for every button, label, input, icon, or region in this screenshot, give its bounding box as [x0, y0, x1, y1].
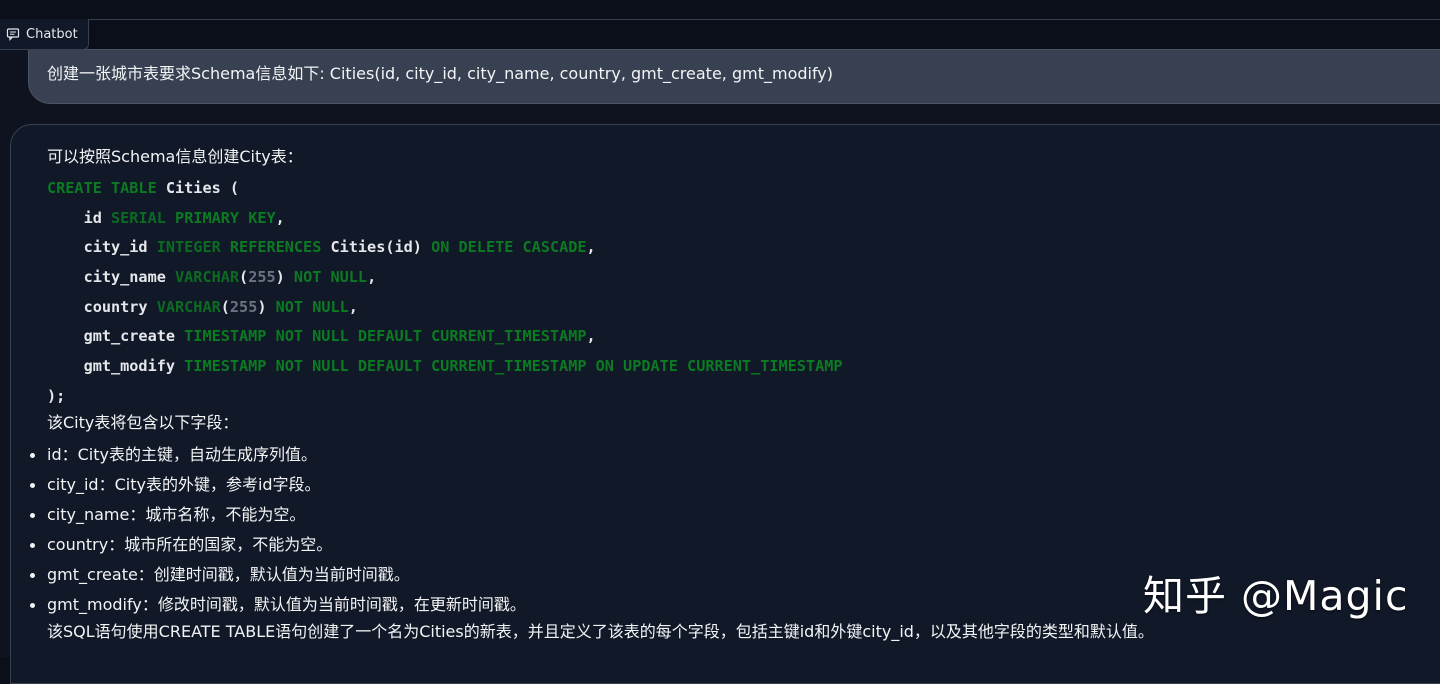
- sql-text: );: [47, 386, 66, 405]
- sql-keyword: CREATE TABLE: [47, 179, 157, 197]
- code-line: gmt_modify TIMESTAMP NOT NULL DEFAULT CU…: [47, 352, 843, 382]
- code-line: country VARCHAR(255) NOT NULL,: [47, 293, 843, 323]
- sql-type: INTEGER: [156, 238, 221, 257]
- code-line: city_id INTEGER REFERENCES Cities(id) ON…: [47, 233, 843, 263]
- sql-text: ,: [367, 268, 377, 287]
- sql-type: VARCHAR: [175, 268, 240, 287]
- sql-text: gmt_create: [47, 327, 185, 346]
- sql-type: SERIAL: [111, 208, 166, 227]
- field-description: gmt_modify：修改时间戳，默认值为当前时间戳，在更新时间戳。: [47, 595, 526, 614]
- sql-text: id: [47, 208, 112, 227]
- watermark: 知乎 @Magic: [1143, 572, 1409, 620]
- bot-conclusion: 该SQL语句使用CREATE TABLE语句创建了一个名为Cities的新表，并…: [47, 622, 1154, 641]
- sql-number: 255: [229, 297, 258, 316]
- sql-number: 255: [248, 268, 276, 287]
- sql-text: Cities(id): [321, 238, 432, 257]
- field-description: city_name：城市名称，不能为空。: [47, 505, 306, 524]
- field-list-item: country：城市所在的国家，不能为空。: [30, 530, 526, 560]
- bullet-dot-icon: [30, 452, 35, 458]
- field-list-item: id：City表的主键，自动生成序列值。: [30, 440, 526, 470]
- bullet-dot-icon: [30, 542, 35, 548]
- chat-bubble-icon: [6, 27, 20, 41]
- sql-text: (: [220, 297, 230, 316]
- code-line: CREATE TABLE Cities (: [47, 174, 843, 204]
- sql-keyword: ON DELETE CASCADE: [431, 238, 587, 257]
- chatbot-label: Chatbot: [0, 19, 89, 50]
- bullet-dot-icon: [30, 482, 35, 488]
- sql-keyword: NOT NULL: [275, 297, 349, 316]
- bullet-dot-icon: [30, 572, 35, 578]
- code-line: id SERIAL PRIMARY KEY,: [47, 204, 843, 234]
- sql-text: ,: [275, 208, 285, 227]
- bullet-dot-icon: [30, 512, 35, 518]
- sql-text: ,: [586, 238, 596, 257]
- code-line: city_name VARCHAR(255) NOT NULL,: [47, 263, 843, 293]
- user-message: 创建一张城市表要求Schema信息如下: Cities(id, city_id,…: [28, 49, 1440, 104]
- code-line: gmt_create TIMESTAMP NOT NULL DEFAULT CU…: [47, 322, 843, 352]
- sql-type: VARCHAR: [156, 297, 221, 316]
- field-list-item: city_id：City表的外键，参考id字段。: [30, 470, 526, 500]
- sql-keyword: TIMESTAMP NOT NULL DEFAULT CURRENT_TIMES…: [184, 357, 843, 376]
- field-list-item: gmt_modify：修改时间戳，默认值为当前时间戳，在更新时间戳。: [30, 590, 526, 620]
- field-list-item: city_name：城市名称，不能为空。: [30, 500, 526, 530]
- sql-text: ): [257, 297, 276, 316]
- sql-keyword: PRIMARY KEY: [175, 208, 276, 227]
- code-line: );: [47, 382, 843, 412]
- bot-intro: 可以按照Schema信息创建City表：: [47, 147, 303, 166]
- sql-code-block: CREATE TABLE Cities ( id SERIAL PRIMARY …: [47, 174, 843, 412]
- chatbot-label-text: Chatbot: [26, 26, 78, 42]
- sql-text: country: [47, 297, 157, 316]
- field-list-item: gmt_create：创建时间戳，默认值为当前时间戳。: [30, 560, 526, 590]
- sql-keyword: REFERENCES: [229, 238, 322, 257]
- field-description: city_id：City表的外键，参考id字段。: [47, 475, 321, 494]
- sql-text: gmt_modify: [47, 357, 185, 376]
- sql-keyword: NOT NULL: [293, 268, 368, 287]
- field-description: country：城市所在的国家，不能为空。: [47, 535, 333, 554]
- sql-text: ): [275, 268, 294, 287]
- user-message-text: 创建一张城市表要求Schema信息如下: Cities(id, city_id,…: [47, 64, 834, 83]
- bullet-dot-icon: [30, 602, 35, 608]
- sql-text: Cities (: [156, 179, 240, 197]
- sql-text: ,: [348, 297, 358, 316]
- sql-text: city_name: [47, 268, 176, 287]
- sql-text: ,: [586, 327, 596, 346]
- top-bar: [0, 0, 1440, 20]
- field-description: gmt_create：创建时间戳，默认值为当前时间戳。: [47, 565, 410, 584]
- sql-text: (: [239, 268, 249, 287]
- fields-intro: 该City表将包含以下字段：: [47, 413, 239, 432]
- field-list: id：City表的主键，自动生成序列值。 city_id：City表的外键，参考i…: [30, 440, 526, 620]
- field-description: id：City表的主键，自动生成序列值。: [47, 445, 317, 464]
- sql-text: city_id: [47, 238, 157, 257]
- sql-keyword: TIMESTAMP NOT NULL DEFAULT CURRENT_TIMES…: [184, 327, 587, 346]
